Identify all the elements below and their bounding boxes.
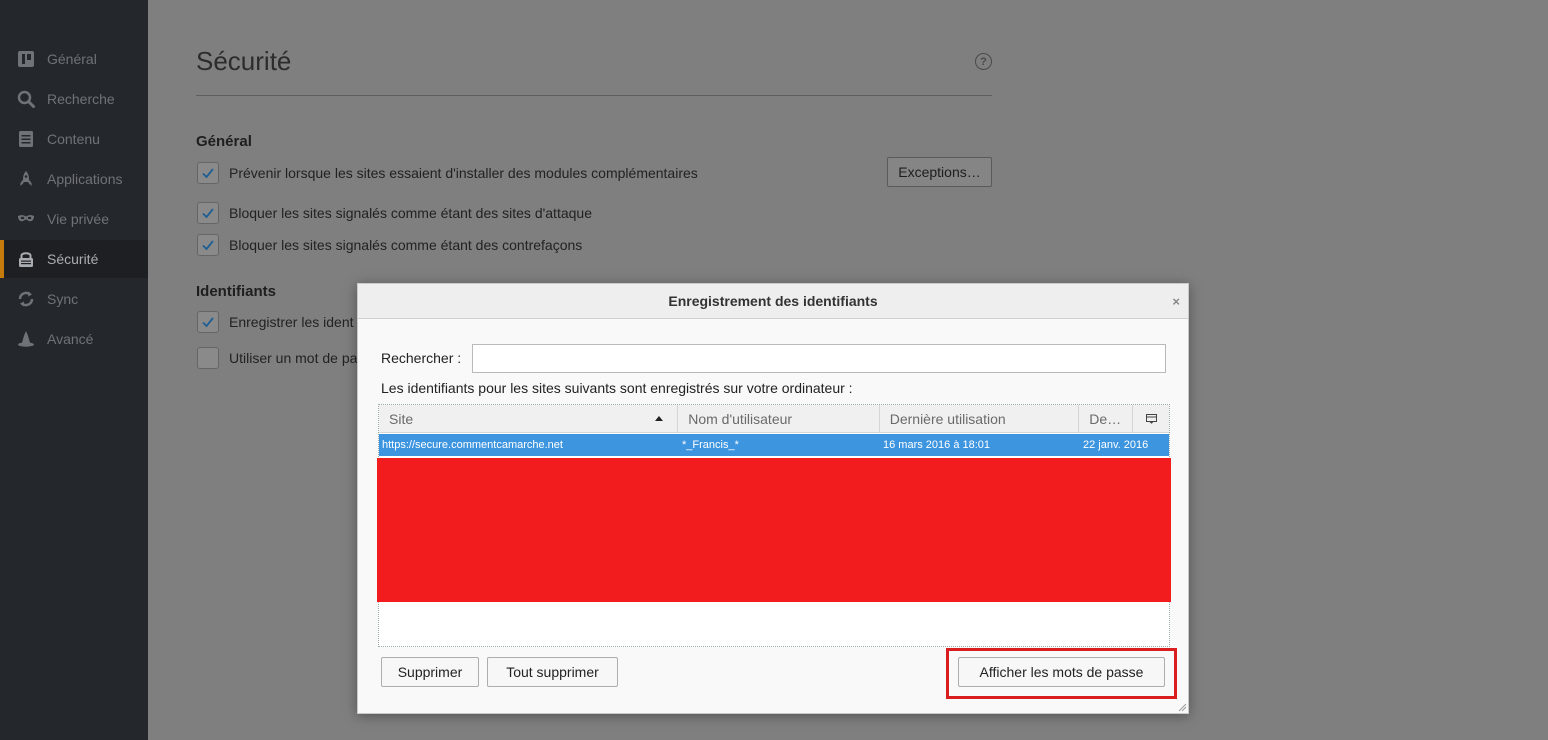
exceptions-button[interactable]: Exceptions… xyxy=(887,157,992,187)
search-label: Rechercher : xyxy=(381,350,462,366)
sidebar-item-label: Sync xyxy=(47,291,79,307)
dialog-titlebar: Enregistrement des identifiants × xyxy=(358,284,1188,319)
sidebar-item-content[interactable]: Contenu xyxy=(0,120,148,158)
checkbox-row-addons[interactable]: Prévenir lorsque les sites essaient d'in… xyxy=(197,162,698,184)
sidebar-item-sync[interactable]: Sync xyxy=(0,280,148,318)
column-header-username[interactable]: Nom d'utilisateur xyxy=(678,405,880,433)
checkbox-label: Bloquer les sites signalés comme étant d… xyxy=(229,205,592,221)
table-row[interactable]: https://secure.commentcamarche.net *_Fra… xyxy=(379,434,1169,456)
section-heading-general: Général xyxy=(196,133,252,150)
resize-grip-icon[interactable] xyxy=(1177,702,1187,712)
sidebar-item-privacy[interactable]: Vie privée xyxy=(0,200,148,238)
column-header-site[interactable]: Site xyxy=(379,405,679,433)
checkbox-label: Prévenir lorsque les sites essaient d'in… xyxy=(229,165,698,181)
checkbox-row-save-logins[interactable]: Enregistrer les ident xyxy=(197,311,354,333)
redaction-block xyxy=(377,458,1171,602)
saved-logins-dialog: Enregistrement des identifiants × Recher… xyxy=(357,283,1189,714)
help-icon[interactable]: ? xyxy=(975,53,992,70)
checkbox-addons[interactable] xyxy=(197,162,219,184)
checkbox-label: Enregistrer les ident xyxy=(229,314,354,330)
title-divider xyxy=(196,95,992,96)
sidebar-item-applications[interactable]: Applications xyxy=(0,160,148,198)
checkmark-icon xyxy=(202,240,214,251)
checkbox-label: Utiliser un mot de pa xyxy=(229,350,358,366)
sidebar-item-security[interactable]: Sécurité xyxy=(0,240,148,278)
lock-icon xyxy=(16,249,36,269)
cell-date: 22 janv. 2016 xyxy=(1083,439,1149,451)
dialog-title: Enregistrement des identifiants xyxy=(668,293,878,309)
sidebar-item-search[interactable]: Recherche xyxy=(0,80,148,118)
general-icon xyxy=(16,49,36,69)
info-text: Les identifiants pour les sites suivants… xyxy=(381,380,853,396)
rocket-icon xyxy=(16,169,36,189)
column-header-last-used[interactable]: Dernière utilisation xyxy=(880,405,1080,433)
remove-button[interactable]: Supprimer xyxy=(381,657,479,687)
mask-icon xyxy=(16,209,36,229)
sort-ascending-icon xyxy=(655,416,664,421)
checkmark-icon xyxy=(202,168,214,179)
logins-table: Site Nom d'utilisateur Dernière utilisat… xyxy=(377,404,1171,647)
sidebar-item-label: Applications xyxy=(47,171,123,187)
highlight-annotation xyxy=(946,648,1177,699)
page-title: Sécurité xyxy=(196,46,292,76)
checkbox-row-master-password[interactable]: Utiliser un mot de pa xyxy=(197,347,357,369)
checkmark-icon xyxy=(202,208,214,219)
cell-last-used: 16 mars 2016 à 18:01 xyxy=(883,439,991,451)
section-heading-logins: Identifiants xyxy=(196,283,277,300)
sidebar-item-label: Général xyxy=(47,51,97,67)
sidebar: Général Recherche Contenu Applications V… xyxy=(0,0,148,740)
cell-site: https://secure.commentcamarche.net xyxy=(382,439,563,451)
checkbox-row-forgeries[interactable]: Bloquer les sites signalés comme étant d… xyxy=(197,234,582,256)
remove-all-button[interactable]: Tout supprimer xyxy=(487,657,618,687)
close-icon[interactable]: × xyxy=(1172,294,1180,309)
sidebar-item-label: Sécurité xyxy=(47,251,99,267)
checkbox-attack-sites[interactable] xyxy=(197,202,219,224)
sidebar-item-label: Vie privée xyxy=(47,211,110,227)
wizard-hat-icon xyxy=(16,329,36,349)
sidebar-item-label: Recherche xyxy=(47,91,115,107)
column-header-date[interactable]: De… xyxy=(1079,405,1134,433)
content-icon xyxy=(16,129,36,149)
checkmark-icon xyxy=(202,317,214,328)
checkbox-save-logins[interactable] xyxy=(197,311,219,333)
checkbox-label: Bloquer les sites signalés comme étant d… xyxy=(229,237,583,253)
table-header: Site Nom d'utilisateur Dernière utilisat… xyxy=(379,405,1169,433)
sidebar-item-advanced[interactable]: Avancé xyxy=(0,320,148,358)
sidebar-item-label: Avancé xyxy=(47,331,94,347)
search-input[interactable] xyxy=(472,344,1166,373)
column-picker-icon[interactable] xyxy=(1133,405,1169,432)
checkbox-master-password[interactable] xyxy=(197,347,219,369)
sync-icon xyxy=(16,289,36,309)
search-icon xyxy=(16,89,36,109)
sidebar-item-label: Contenu xyxy=(47,131,100,147)
checkbox-forgeries[interactable] xyxy=(197,234,219,256)
checkbox-row-attack-sites[interactable]: Bloquer les sites signalés comme étant d… xyxy=(197,202,592,224)
cell-username: *_Francis_* xyxy=(682,439,739,451)
sidebar-item-general[interactable]: Général xyxy=(0,40,148,78)
